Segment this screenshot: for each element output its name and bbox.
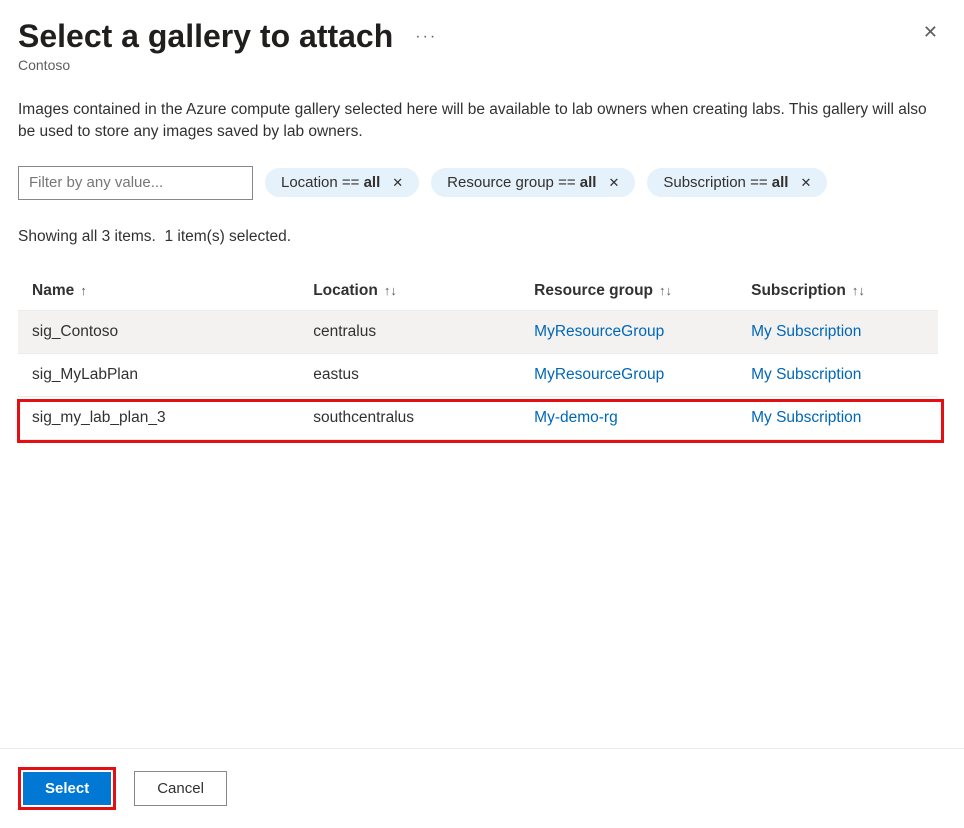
table-row[interactable]: sig_MyLabPlan eastus MyResourceGroup My … bbox=[18, 353, 938, 396]
column-header-subscription[interactable]: Subscription↑↓ bbox=[751, 282, 865, 300]
close-icon: ✕ bbox=[923, 22, 938, 42]
resource-group-link[interactable]: MyResourceGroup bbox=[534, 323, 664, 340]
footer: Select Cancel bbox=[0, 748, 964, 828]
filter-pill-subscription[interactable]: Subscription == all ✕ bbox=[647, 168, 827, 197]
cell-name: sig_my_lab_plan_3 bbox=[18, 396, 299, 439]
cell-location: centralus bbox=[299, 310, 520, 353]
title-block: Select a gallery to attach ··· Contoso bbox=[18, 18, 443, 73]
table-row[interactable]: sig_Contoso centralus MyResourceGroup My… bbox=[18, 310, 938, 353]
description-text: Images contained in the Azure compute ga… bbox=[18, 99, 938, 144]
filter-row: Location == all ✕ Resource group == all … bbox=[18, 166, 946, 200]
subscription-link[interactable]: My Subscription bbox=[751, 409, 861, 426]
filter-pill-resource-group[interactable]: Resource group == all ✕ bbox=[431, 168, 635, 197]
filter-pill-label: Resource group == all bbox=[447, 174, 596, 191]
pill-remove-icon[interactable]: ✕ bbox=[796, 175, 815, 191]
sort-both-icon: ↑↓ bbox=[852, 283, 865, 298]
cell-location: southcentralus bbox=[299, 396, 520, 439]
select-button[interactable]: Select bbox=[23, 772, 111, 805]
cancel-button[interactable]: Cancel bbox=[134, 771, 227, 806]
select-button-highlight: Select bbox=[18, 767, 116, 810]
page-title: Select a gallery to attach bbox=[18, 18, 393, 55]
pill-remove-icon[interactable]: ✕ bbox=[388, 175, 407, 191]
more-options-icon[interactable]: ··· bbox=[409, 28, 443, 46]
filter-pill-location[interactable]: Location == all ✕ bbox=[265, 168, 419, 197]
filter-input[interactable] bbox=[18, 166, 253, 200]
column-header-name[interactable]: Name↑ bbox=[32, 282, 87, 300]
column-header-location[interactable]: Location↑↓ bbox=[313, 282, 397, 300]
subscription-link[interactable]: My Subscription bbox=[751, 323, 861, 340]
resource-group-link[interactable]: My-demo-rg bbox=[534, 409, 618, 426]
resource-group-link[interactable]: MyResourceGroup bbox=[534, 366, 664, 383]
table-row[interactable]: sig_my_lab_plan_3 southcentralus My-demo… bbox=[18, 396, 938, 439]
breadcrumb: Contoso bbox=[18, 57, 443, 73]
panel-header: Select a gallery to attach ··· Contoso ✕ bbox=[18, 18, 946, 73]
filter-pill-label: Subscription == all bbox=[663, 174, 788, 191]
sort-both-icon: ↑↓ bbox=[384, 283, 397, 298]
results-count: Showing all 3 items. 1 item(s) selected. bbox=[18, 228, 946, 246]
column-header-resource-group[interactable]: Resource group↑↓ bbox=[534, 282, 672, 300]
cell-name: sig_MyLabPlan bbox=[18, 353, 299, 396]
sort-both-icon: ↑↓ bbox=[659, 283, 672, 298]
sort-asc-icon: ↑ bbox=[80, 283, 87, 298]
close-button[interactable]: ✕ bbox=[915, 18, 946, 47]
cell-location: eastus bbox=[299, 353, 520, 396]
table-header-row: Name↑ Location↑↓ Resource group↑↓ Subscr… bbox=[18, 272, 938, 311]
cell-name: sig_Contoso bbox=[18, 310, 299, 353]
pill-remove-icon[interactable]: ✕ bbox=[604, 175, 623, 191]
filter-pill-label: Location == all bbox=[281, 174, 380, 191]
subscription-link[interactable]: My Subscription bbox=[751, 366, 861, 383]
gallery-table: Name↑ Location↑↓ Resource group↑↓ Subscr… bbox=[18, 272, 938, 440]
